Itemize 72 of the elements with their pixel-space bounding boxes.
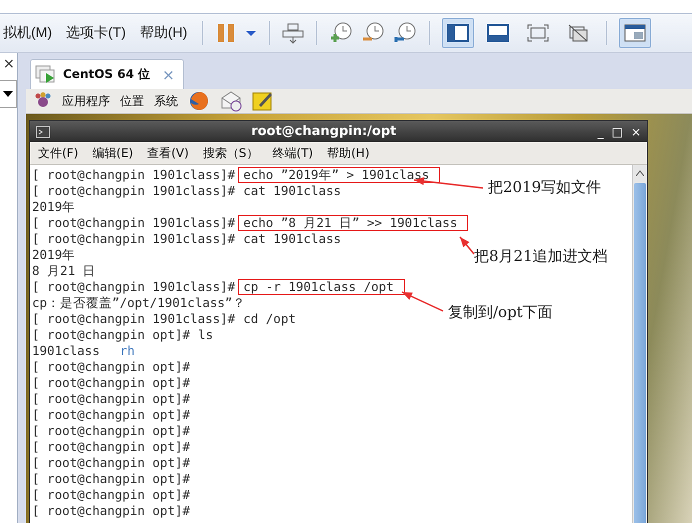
command-text: echo ”8 月21 日” >> 1901class xyxy=(238,215,468,231)
window-control-button[interactable]: _ xyxy=(598,124,604,138)
shell-prompt: [ root@changpin opt]# xyxy=(32,391,190,407)
terminal-menu-item[interactable]: 查看(V) xyxy=(147,144,189,162)
library-view-button[interactable] xyxy=(619,18,652,48)
layout-icon xyxy=(567,24,590,42)
window-control-button[interactable]: □ xyxy=(612,124,623,138)
shell-prompt: [ root@changpin opt]# xyxy=(32,407,190,423)
dropdown-field[interactable] xyxy=(0,80,17,108)
window-control-button[interactable]: × xyxy=(630,124,641,138)
notepad-icon[interactable] xyxy=(252,90,274,112)
vm-running-icon xyxy=(35,64,57,84)
terminal-menu-item[interactable]: 终端(T) xyxy=(272,144,314,162)
caret-icon xyxy=(3,90,13,98)
window-title: root@changpin:/opt xyxy=(250,124,398,139)
shell-prompt: [ root@changpin 1901class]# xyxy=(32,215,236,231)
shell-prompt: [ root@changpin 1901class]# xyxy=(32,183,236,199)
terminal-icon xyxy=(36,126,50,138)
file-name: 1901class xyxy=(32,343,100,359)
window-icon xyxy=(624,24,646,42)
snapshot-add-icon[interactable] xyxy=(329,22,354,44)
annotation-arrow xyxy=(402,291,444,312)
terminal-menu-item[interactable]: 搜索（S） xyxy=(202,144,258,162)
shell-prompt: [ root@changpin 1901class]# xyxy=(32,311,236,327)
network-icon[interactable] xyxy=(282,22,304,44)
terminal-menu-item[interactable]: 帮助(H) xyxy=(327,144,370,162)
gnome-foot-icon[interactable] xyxy=(34,92,52,110)
menu-item[interactable]: 选项卡(T) xyxy=(63,24,129,42)
command-text: echo ”2019年” > 1901class xyxy=(238,167,440,183)
vm-tab[interactable]: CentOS 64 位 × xyxy=(30,59,184,89)
file-name: rh xyxy=(120,343,135,359)
shell-prompt: [ root@changpin 1901class]# xyxy=(32,231,236,247)
annotation-arrow xyxy=(459,236,475,254)
shell-prompt: [ root@changpin 1901class]# xyxy=(32,279,236,295)
shell-prompt: [ root@changpin 1901class]# xyxy=(32,167,236,183)
panel-menu[interactable]: 位置 xyxy=(120,92,144,110)
output-text: 2019年 xyxy=(32,247,76,263)
shell-prompt: [ root@changpin opt]# xyxy=(32,375,190,391)
shell-prompt: [ root@changpin opt]# xyxy=(32,487,190,503)
output-text: 8 月21 日 xyxy=(32,263,96,279)
panel-menu[interactable]: 系统 xyxy=(154,92,178,110)
output-text: cp：是否覆盖”/opt/1901class”？ xyxy=(32,295,246,311)
command-text: cp -r 1901class /opt xyxy=(238,279,405,295)
command-text: ls xyxy=(198,328,214,342)
annotation-text: 复制到/opt下面 xyxy=(446,303,555,322)
snapshot-manager-icon[interactable] xyxy=(393,22,418,44)
shell-prompt: [ root@changpin opt]# xyxy=(32,423,190,439)
annotation-text: 把2019写如文件 xyxy=(486,178,604,197)
shell-prompt: [ root@changpin opt]# xyxy=(32,503,190,519)
terminal-menu-item[interactable]: 编辑(E) xyxy=(92,144,134,162)
shell-prompt: [ root@changpin opt]# xyxy=(32,471,190,487)
command-text: cat 1901class xyxy=(243,232,342,246)
shell-prompt: [ root@changpin opt]# xyxy=(32,439,190,455)
browser-globe-icon[interactable] xyxy=(188,90,210,112)
terminal-menu-item[interactable]: 文件(F) xyxy=(38,144,78,162)
shell-prompt: [ root@changpin opt]# xyxy=(32,359,190,375)
menu-item[interactable]: 帮助(H) xyxy=(136,24,190,42)
layout-icon xyxy=(527,24,550,42)
scroll-up-icon[interactable] xyxy=(636,170,644,176)
layout-icon xyxy=(487,24,510,42)
command-text: cat 1901class xyxy=(243,184,342,198)
view-mode-button[interactable] xyxy=(442,18,474,48)
output-text: 2019年 xyxy=(32,199,76,215)
scrollbar[interactable] xyxy=(632,165,647,523)
shell-prompt: [ root@changpin opt]# xyxy=(32,455,190,471)
close-button[interactable]: × xyxy=(0,56,15,72)
panel-menu[interactable]: 应用程序 xyxy=(62,92,110,110)
mail-clock-icon[interactable] xyxy=(220,90,242,112)
shell-prompt: [ root@changpin opt]# xyxy=(32,327,190,343)
layout-icon xyxy=(447,24,470,42)
command-text: cd /opt xyxy=(243,312,296,326)
menu-item[interactable]: 拟机(M) xyxy=(0,24,55,42)
